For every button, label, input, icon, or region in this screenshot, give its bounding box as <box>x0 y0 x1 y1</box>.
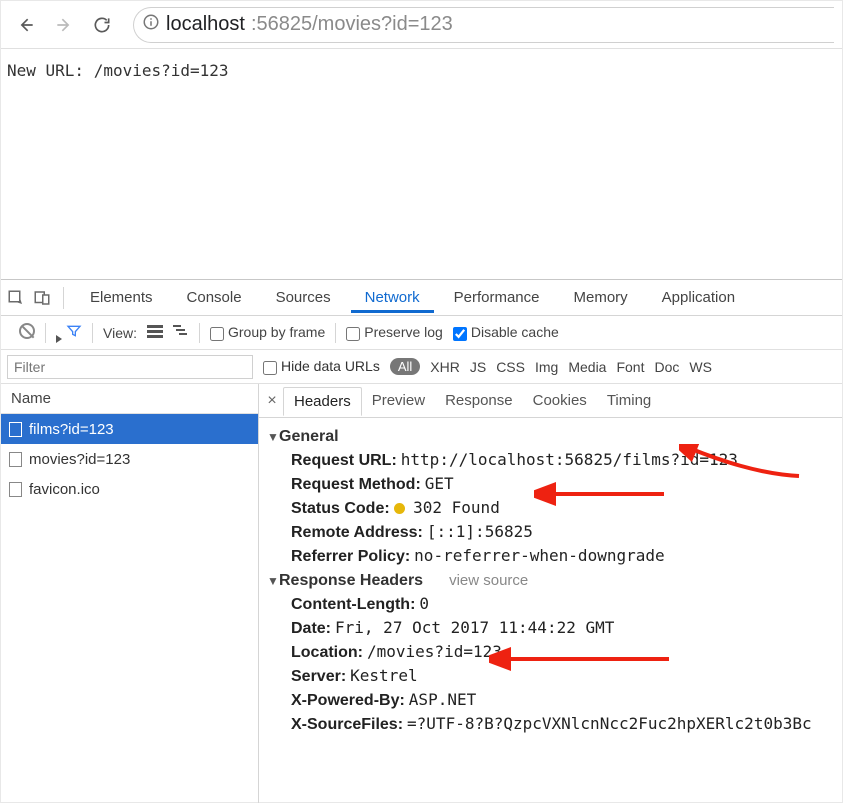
tab-network[interactable]: Network <box>351 283 434 313</box>
request-detail: × Headers Preview Response Cookies Timin… <box>259 384 842 803</box>
section-response-headers[interactable]: ▼Response Headersview source <box>267 572 834 590</box>
preserve-log-label: Preserve log <box>364 324 443 340</box>
hide-data-urls-checkbox[interactable]: Hide data URLs <box>263 358 380 374</box>
tab-application[interactable]: Application <box>648 283 749 313</box>
disclosure-triangle-icon[interactable]: ▼ <box>267 574 279 588</box>
request-list: Name films?id=123 movies?id=123 favicon.… <box>1 384 259 803</box>
request-row-favicon[interactable]: favicon.ico <box>1 474 258 504</box>
inspect-icon[interactable] <box>7 289 25 307</box>
status-code-v: 302 Found <box>413 498 500 517</box>
status-code-k: Status Code: <box>291 500 390 517</box>
view-source-link[interactable]: view source <box>449 572 528 589</box>
filter-media[interactable]: Media <box>568 359 606 375</box>
request-url-v: http://localhost:56825/films?id=123 <box>401 450 738 469</box>
request-list-header[interactable]: Name <box>1 384 258 414</box>
network-split: Name films?id=123 movies?id=123 favicon.… <box>1 384 842 803</box>
preserve-log-checkbox[interactable]: Preserve log <box>346 324 443 340</box>
site-info-icon[interactable] <box>142 13 160 37</box>
location-v: /movies?id=123 <box>367 642 502 661</box>
request-name: favicon.ico <box>29 481 100 498</box>
section-general[interactable]: ▼General <box>267 428 834 446</box>
page-content: New URL: /movies?id=123 <box>1 49 842 279</box>
filter-doc[interactable]: Doc <box>654 359 679 375</box>
request-method-k: Request Method: <box>291 476 421 493</box>
file-icon <box>9 452 22 467</box>
detail-tab-timing[interactable]: Timing <box>597 387 661 414</box>
content-length-k: Content-Length: <box>291 596 415 613</box>
filter-all[interactable]: All <box>390 358 420 375</box>
content-length-v: 0 <box>419 594 429 613</box>
devtools: Elements Console Sources Network Perform… <box>1 279 842 803</box>
address-bar[interactable]: localhost :56825/movies?id=123 <box>133 7 834 43</box>
detail-close-button[interactable]: × <box>261 392 283 410</box>
group-by-frame-label: Group by frame <box>228 324 325 340</box>
file-icon <box>9 482 22 497</box>
forward-button[interactable] <box>47 8 81 42</box>
filter-xhr[interactable]: XHR <box>430 359 460 375</box>
xsourcefiles-v: =?UTF-8?B?QzpcVXNlcnNcc2Fuc2hpXERlc2t0b3… <box>407 714 812 733</box>
request-row-films[interactable]: films?id=123 <box>1 414 258 444</box>
detail-tab-preview[interactable]: Preview <box>362 387 435 414</box>
filter-js[interactable]: JS <box>470 359 486 375</box>
view-label: View: <box>103 325 137 341</box>
status-dot-icon <box>394 503 405 514</box>
request-name: movies?id=123 <box>29 451 130 468</box>
group-by-frame-checkbox[interactable]: Group by frame <box>210 324 325 340</box>
server-k: Server: <box>291 668 346 685</box>
device-toggle-icon[interactable] <box>33 289 51 307</box>
disable-cache-label: Disable cache <box>471 324 559 340</box>
filter-input[interactable] <box>7 355 253 379</box>
back-button[interactable] <box>9 8 43 42</box>
xpoweredby-v: ASP.NET <box>409 690 476 709</box>
referrer-k: Referrer Policy: <box>291 548 410 565</box>
detail-tab-cookies[interactable]: Cookies <box>523 387 597 414</box>
tab-console[interactable]: Console <box>173 283 256 313</box>
server-v: Kestrel <box>350 666 417 685</box>
filter-toggle-icon[interactable] <box>66 323 82 342</box>
date-v: Fri, 27 Oct 2017 11:44:22 GMT <box>335 618 614 637</box>
disclosure-triangle-icon[interactable]: ▼ <box>267 430 279 444</box>
tab-sources[interactable]: Sources <box>262 283 345 313</box>
request-name: films?id=123 <box>29 421 114 438</box>
remote-addr-k: Remote Address: <box>291 524 423 541</box>
reload-button[interactable] <box>85 8 119 42</box>
date-k: Date: <box>291 620 331 637</box>
detail-tab-response[interactable]: Response <box>435 387 523 414</box>
detail-tabs: × Headers Preview Response Cookies Timin… <box>259 384 842 418</box>
request-row-movies[interactable]: movies?id=123 <box>1 444 258 474</box>
remote-addr-v: [::1]:56825 <box>427 522 533 541</box>
tab-performance[interactable]: Performance <box>440 283 554 313</box>
filter-css[interactable]: CSS <box>496 359 525 375</box>
url-path: :56825/movies?id=123 <box>251 13 453 36</box>
filter-font[interactable]: Font <box>616 359 644 375</box>
waterfall-icon[interactable] <box>173 324 189 341</box>
headers-body: ▼General Request URL:http://localhost:56… <box>259 418 842 746</box>
location-k: Location: <box>291 644 363 661</box>
hide-data-urls-label: Hide data URLs <box>281 358 380 374</box>
filter-img[interactable]: Img <box>535 359 558 375</box>
network-filter-bar: Hide data URLs All XHR JS CSS Img Media … <box>1 350 842 384</box>
browser-toolbar: localhost :56825/movies?id=123 <box>1 1 842 49</box>
file-icon <box>9 422 22 437</box>
disable-cache-checkbox[interactable]: Disable cache <box>453 324 559 340</box>
xpoweredby-k: X-Powered-By: <box>291 692 405 709</box>
referrer-v: no-referrer-when-downgrade <box>414 546 664 565</box>
filter-ws[interactable]: WS <box>689 359 712 375</box>
clear-button[interactable] <box>19 323 35 342</box>
network-toolbar: View: Group by frame Preserve log Disabl… <box>1 316 842 350</box>
detail-tab-headers[interactable]: Headers <box>283 387 362 416</box>
url-host: localhost <box>166 13 245 36</box>
tab-elements[interactable]: Elements <box>76 283 167 313</box>
request-url-k: Request URL: <box>291 452 397 469</box>
tab-memory[interactable]: Memory <box>560 283 642 313</box>
large-rows-icon[interactable] <box>147 324 163 341</box>
xsourcefiles-k: X-SourceFiles: <box>291 716 403 733</box>
request-method-v: GET <box>425 474 454 493</box>
devtools-tabstrip: Elements Console Sources Network Perform… <box>1 280 842 316</box>
